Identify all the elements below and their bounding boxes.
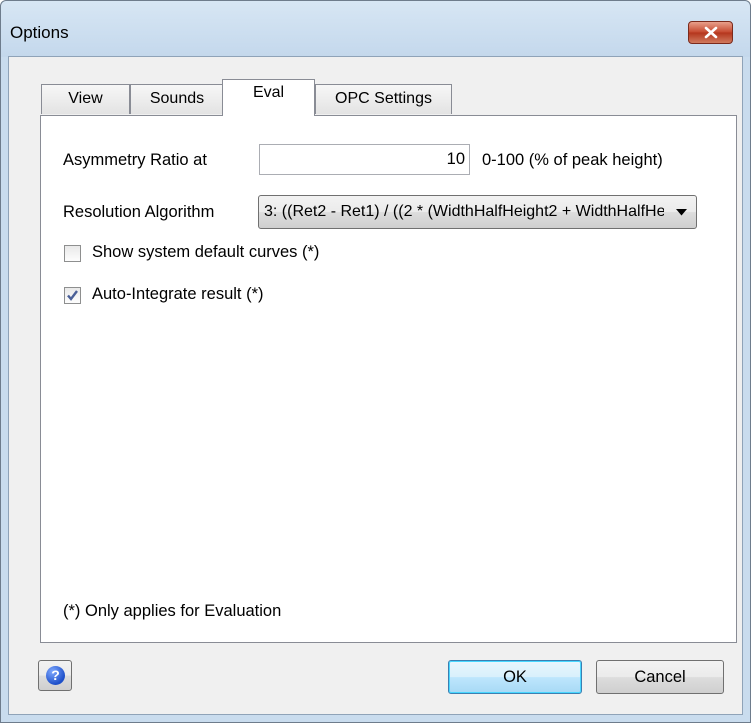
show-default-curves-checkbox[interactable] xyxy=(64,245,81,262)
cancel-button[interactable]: Cancel xyxy=(596,660,724,694)
title-bar[interactable]: Options xyxy=(1,1,750,57)
resolution-algorithm-label: Resolution Algorithm xyxy=(63,203,215,221)
show-default-curves-label[interactable]: Show system default curves (*) xyxy=(92,243,319,262)
help-button[interactable]: ? xyxy=(38,660,72,691)
evaluation-footnote: (*) Only applies for Evaluation xyxy=(63,602,282,620)
close-button[interactable] xyxy=(688,21,733,44)
window-title: Options xyxy=(10,23,69,42)
tab-eval[interactable]: Eval xyxy=(222,79,315,116)
tab-label: Eval xyxy=(252,84,285,101)
tab-sounds[interactable]: Sounds xyxy=(130,84,224,114)
resolution-algorithm-value: 3: ((Ret2 - Ret1) / ((2 * (WidthHalfHeig… xyxy=(264,203,664,220)
tab-view[interactable]: View xyxy=(41,84,130,114)
cancel-button-label: Cancel xyxy=(634,668,686,686)
help-icon: ? xyxy=(46,666,65,685)
tab-opc-settings[interactable]: OPC Settings xyxy=(315,84,452,114)
auto-integrate-checkbox[interactable] xyxy=(64,287,81,304)
asymmetry-ratio-input[interactable]: 10 xyxy=(259,144,470,175)
chevron-down-icon xyxy=(676,209,687,216)
tab-label: View xyxy=(68,90,103,107)
tab-label: OPC Settings xyxy=(335,90,432,107)
auto-integrate-label[interactable]: Auto-Integrate result (*) xyxy=(92,285,264,304)
ok-button-label: OK xyxy=(503,668,527,686)
resolution-algorithm-select[interactable]: 3: ((Ret2 - Ret1) / ((2 * (WidthHalfHeig… xyxy=(258,195,697,229)
close-icon xyxy=(704,26,718,39)
checkmark-icon xyxy=(67,290,78,301)
tab-label: Sounds xyxy=(149,90,205,107)
ok-button[interactable]: OK xyxy=(448,660,582,694)
asymmetry-ratio-label: Asymmetry Ratio at xyxy=(63,151,207,169)
asymmetry-range-hint: 0-100 (% of peak height) xyxy=(482,151,663,169)
